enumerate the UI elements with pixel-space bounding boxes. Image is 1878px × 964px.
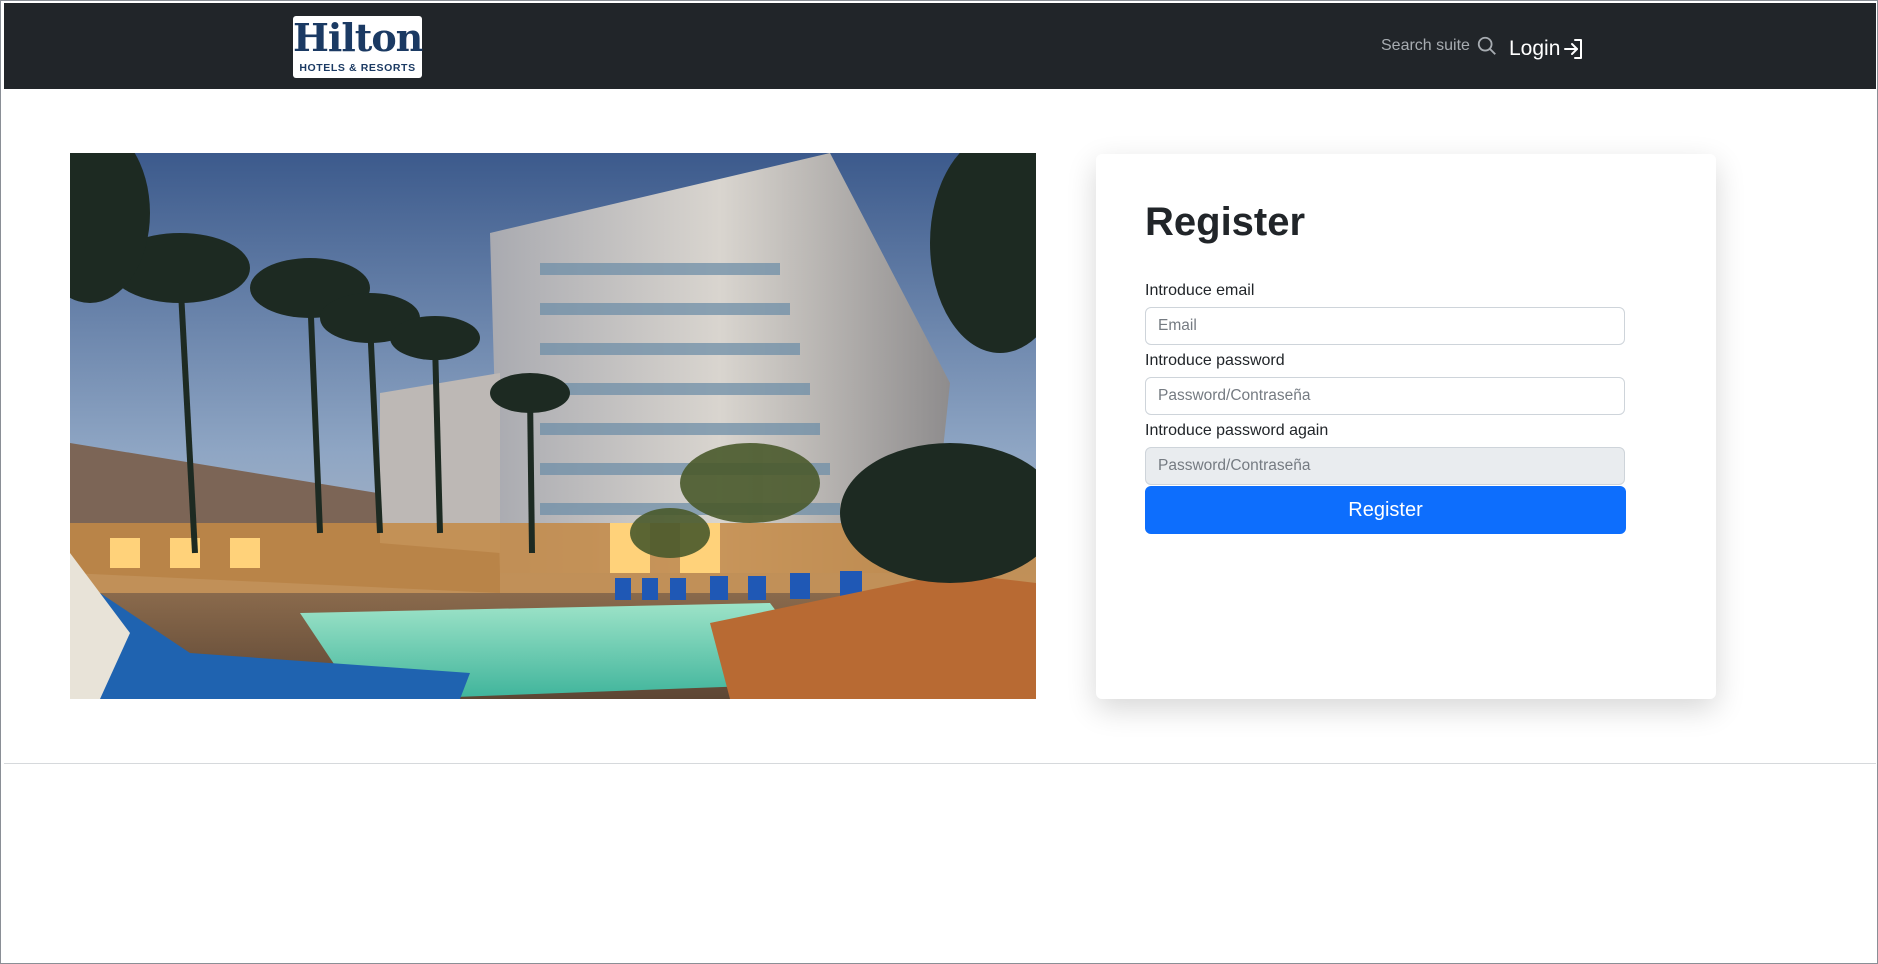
login-arrow-icon (1564, 39, 1583, 59)
login-label: Login (1509, 37, 1561, 60)
register-section: Register Introduce email Introduce passw… (4, 89, 1876, 764)
hilton-logo[interactable]: Hilton HOTELS & RESORTS (293, 15, 423, 78)
email-label: Introduce email (1145, 282, 1255, 299)
logo-tagline: HOTELS & RESORTS (299, 62, 416, 74)
search-suite-link[interactable]: Search suite (1381, 33, 1498, 59)
login-link[interactable]: Login (1509, 34, 1586, 64)
logo-wordmark: Hilton (293, 15, 423, 60)
password-again-label: Introduce password again (1145, 422, 1329, 439)
search-icon (1477, 36, 1496, 55)
password-again-field[interactable] (1145, 447, 1625, 485)
register-card: Register Introduce email Introduce passw… (1096, 154, 1716, 699)
register-title: Register (1145, 200, 1306, 244)
password-label: Introduce password (1145, 352, 1285, 369)
password-field[interactable] (1145, 377, 1625, 415)
top-navbar: Hilton HOTELS & RESORTS Search suite Log… (4, 3, 1876, 89)
register-button[interactable]: Register (1145, 486, 1626, 534)
search-suite-label: Search suite (1381, 37, 1470, 54)
hotel-photo (70, 153, 1036, 699)
email-field[interactable] (1145, 307, 1625, 345)
